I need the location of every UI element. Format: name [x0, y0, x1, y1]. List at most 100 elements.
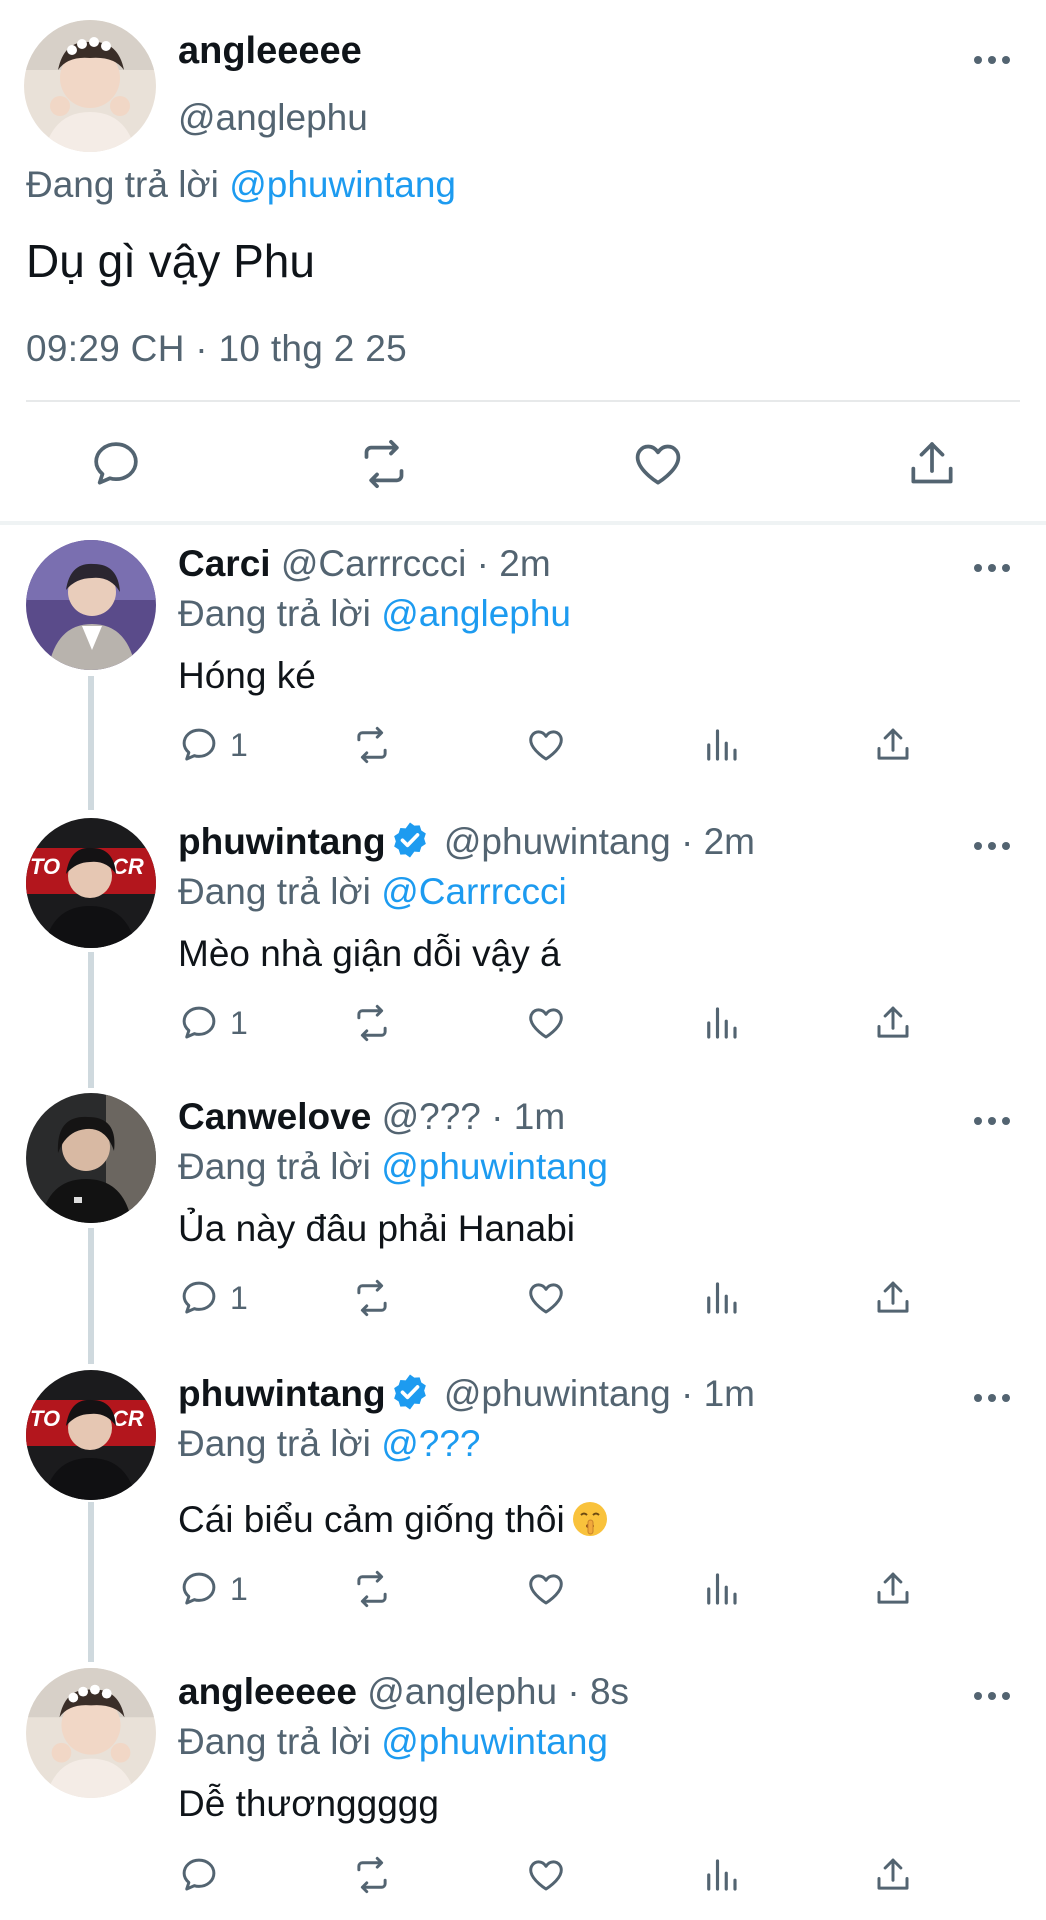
retweet-icon[interactable] — [351, 1000, 393, 1046]
replying-to: Đang trả lời @phuwintang — [26, 164, 456, 206]
replying-prefix: Đang trả lời — [178, 593, 371, 634]
replying-to: Đang trả lời @phuwintang — [178, 1143, 608, 1191]
avatar-canwelove[interactable] — [26, 1093, 156, 1223]
more-options-icon[interactable] — [972, 50, 1012, 70]
replying-prefix: Đang trả lời — [26, 164, 219, 205]
tweet-actions: 1 — [0, 1275, 1046, 1321]
views-icon[interactable] — [700, 1566, 742, 1612]
svg-text:CR: CR — [112, 854, 144, 879]
replying-to-link[interactable]: @phuwintang — [229, 164, 456, 205]
views-icon[interactable] — [700, 1852, 742, 1898]
avatar-phuwintang[interactable]: TO CR — [26, 1370, 156, 1500]
more-options-icon[interactable] — [972, 558, 1012, 578]
reply-icon[interactable] — [88, 436, 144, 492]
reply-button[interactable] — [178, 1852, 230, 1898]
verified-badge-icon — [390, 1372, 430, 1412]
share-icon[interactable] — [872, 1566, 914, 1612]
relative-time[interactable]: · 1m — [491, 1096, 565, 1137]
like-icon[interactable] — [525, 1000, 567, 1046]
handle[interactable]: @phuwintang — [444, 1373, 671, 1414]
reply-tweet[interactable]: TO CR phuwintang @phuwintang · 2m Đang t… — [0, 818, 1046, 1054]
reply-tweet[interactable]: Carci @Carrrccci · 2m Đang trả lời @angl… — [0, 540, 1046, 776]
reply-header: angleeeee @anglephu · 8s — [178, 1668, 629, 1716]
share-icon[interactable] — [872, 1275, 914, 1321]
relative-time[interactable]: · 2m — [477, 543, 551, 584]
display-name[interactable]: Carci — [178, 543, 271, 584]
reply-tweet[interactable]: Canwelove @??? · 1m Đang trả lời @phuwin… — [0, 1093, 1046, 1329]
tweet-actions — [0, 436, 1046, 492]
more-options-icon[interactable] — [972, 1388, 1012, 1408]
relative-time[interactable]: · 2m — [681, 821, 755, 862]
verified-badge-icon — [390, 820, 430, 860]
share-icon[interactable] — [872, 1852, 914, 1898]
like-icon[interactable] — [525, 1566, 567, 1612]
retweet-icon[interactable] — [351, 722, 393, 768]
reply-icon — [178, 724, 220, 766]
replying-prefix: Đang trả lời — [178, 1423, 371, 1464]
tweet-text-content: Cái biểu cảm giống thôi — [178, 1499, 565, 1540]
views-icon[interactable] — [700, 1000, 742, 1046]
replying-prefix: Đang trả lời — [178, 1146, 371, 1187]
reply-count: 1 — [230, 1279, 248, 1316]
tweet-actions: 1 — [0, 722, 1046, 768]
share-icon[interactable] — [872, 1000, 914, 1046]
reply-header: phuwintang @phuwintang · 1m — [178, 1370, 755, 1418]
avatar-carrrccci[interactable] — [26, 540, 156, 670]
views-icon[interactable] — [700, 722, 742, 768]
tweet-timestamp[interactable]: 09:29 CH · 10 thg 2 25 — [26, 328, 407, 370]
svg-text:CR: CR — [112, 1406, 144, 1431]
reply-button[interactable]: 1 — [178, 1566, 248, 1612]
reply-button[interactable]: 1 — [178, 1275, 248, 1321]
tweet-text: Mèo nhà giận dỗi vậy á — [178, 933, 561, 974]
relative-time[interactable]: · 1m — [681, 1373, 755, 1414]
replying-to-link[interactable]: @anglephu — [381, 593, 571, 634]
reply-tweet[interactable]: TO CR phuwintang @phuwintang · 1m Đang t… — [0, 1370, 1046, 1620]
tweet-text: Dụ gì vậy Phu — [26, 235, 315, 287]
main-tweet: angleeeee @anglephu Đang trả lời @phuwin… — [0, 0, 1046, 520]
reply-button[interactable]: 1 — [178, 1000, 248, 1046]
more-options-icon[interactable] — [972, 1686, 1012, 1706]
replying-to-link[interactable]: @phuwintang — [381, 1146, 608, 1187]
replying-to-link[interactable]: @??? — [381, 1423, 480, 1464]
handle[interactable]: @Carrrccci — [281, 543, 467, 584]
display-name[interactable]: angleeeee — [178, 1671, 357, 1712]
share-icon[interactable] — [872, 722, 914, 768]
avatar-phuwintang[interactable]: TO CR — [26, 818, 156, 948]
reply-count: 1 — [230, 726, 248, 763]
more-options-icon[interactable] — [972, 836, 1012, 856]
display-name[interactable]: angleeeee — [178, 30, 362, 73]
display-name[interactable]: phuwintang — [178, 821, 386, 862]
reply-icon — [178, 1568, 220, 1610]
tweet-actions: 1 — [0, 1566, 1046, 1612]
relative-time[interactable]: · 8s — [567, 1671, 629, 1712]
replying-to-link[interactable]: @phuwintang — [381, 1721, 608, 1762]
share-icon[interactable] — [904, 436, 960, 492]
reply-button[interactable]: 1 — [178, 722, 248, 768]
svg-text:TO: TO — [30, 854, 60, 879]
retweet-icon[interactable] — [351, 1852, 393, 1898]
avatar-anglephu[interactable] — [26, 1668, 156, 1798]
handle[interactable]: @anglephu — [178, 97, 368, 139]
reply-count: 1 — [230, 1570, 248, 1607]
divider — [26, 400, 1020, 402]
like-icon[interactable] — [525, 1852, 567, 1898]
handle[interactable]: @anglephu — [367, 1671, 557, 1712]
reply-tweet[interactable]: angleeeee @anglephu · 8s Đang trả lời @p… — [0, 1668, 1046, 1904]
retweet-icon[interactable] — [356, 436, 412, 492]
like-icon[interactable] — [525, 722, 567, 768]
tweet-text: Ủa này đâu phải Hanabi — [178, 1208, 576, 1249]
reply-icon — [178, 1277, 220, 1319]
views-icon[interactable] — [700, 1275, 742, 1321]
replying-to-link[interactable]: @Carrrccci — [381, 871, 567, 912]
handle[interactable]: @phuwintang — [444, 821, 671, 862]
display-name[interactable]: phuwintang — [178, 1373, 386, 1414]
more-options-icon[interactable] — [972, 1111, 1012, 1131]
like-icon[interactable] — [630, 436, 686, 492]
replying-to: Đang trả lời @??? — [178, 1420, 480, 1468]
handle[interactable]: @??? — [382, 1096, 481, 1137]
avatar-anglephu[interactable] — [24, 20, 156, 152]
display-name[interactable]: Canwelove — [178, 1096, 371, 1137]
like-icon[interactable] — [525, 1275, 567, 1321]
retweet-icon[interactable] — [351, 1566, 393, 1612]
retweet-icon[interactable] — [351, 1275, 393, 1321]
